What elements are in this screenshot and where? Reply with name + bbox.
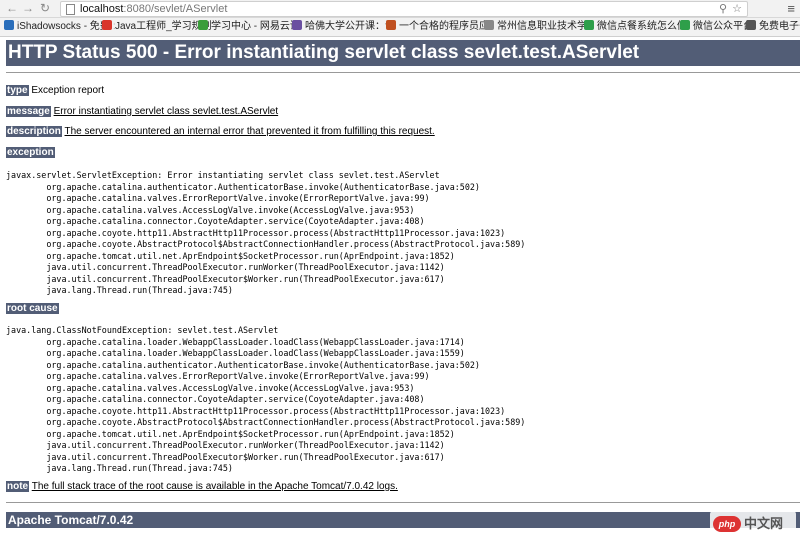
page-icon — [66, 4, 75, 15]
error-page: HTTP Status 500 - Error instantiating se… — [0, 37, 800, 539]
address-bar[interactable]: localhost:8080/sevlet/AServlet ⚲ ☆ — [60, 1, 748, 17]
description-row: description The server encountered an in… — [6, 126, 435, 138]
divider — [6, 502, 800, 503]
divider — [6, 72, 800, 73]
forward-arrow-icon[interactable]: → — [22, 1, 34, 16]
bookmark-item[interactable]: 微信点餐系统怎么做 — [584, 20, 687, 34]
bookmarks-bar: iShadowsocks - 免费: Java工程师_学习规划 学习中心 - 网… — [0, 18, 800, 37]
watermark-text: 中文网 — [744, 516, 784, 531]
bookmark-item[interactable]: 哈佛大学公开课：计 — [292, 20, 395, 34]
server-footer: Apache Tomcat/7.0.42 — [6, 512, 800, 528]
bookmark-icon — [484, 20, 494, 30]
type-value: Exception report — [31, 85, 105, 96]
bookmark-icon — [198, 20, 208, 30]
php-logo-icon: php — [713, 516, 741, 532]
bookmark-icon — [102, 20, 112, 30]
bookmark-item[interactable]: 学习中心 - 网易云课 — [198, 20, 300, 34]
bookmark-item[interactable]: iShadowsocks - 免费: — [4, 20, 116, 34]
bookmark-icon — [680, 20, 690, 30]
bookmark-icon — [746, 20, 756, 30]
description-value: The server encountered an internal error… — [64, 126, 435, 137]
bookmark-icon — [4, 20, 14, 30]
exception-stack-trace: javax.servlet.ServletException: Error in… — [6, 170, 526, 295]
url-text[interactable]: localhost:8080/sevlet/AServlet — [80, 2, 227, 16]
exception-row: exception — [6, 147, 55, 159]
bookmark-item[interactable]: 免费电子书下载 — [746, 20, 800, 34]
bookmark-star-icon[interactable]: ☆ — [732, 2, 742, 16]
exception-label: exception — [6, 147, 55, 158]
description-label: description — [6, 126, 62, 137]
bookmark-icon — [584, 20, 594, 30]
bookmark-item[interactable]: 常州信息职业技术学 — [484, 20, 587, 34]
menu-icon[interactable]: ≡ — [787, 1, 795, 16]
bookmark-item[interactable]: 一个合格的程序员应 — [386, 20, 489, 34]
bookmark-item[interactable]: 微信公众平台 — [680, 20, 753, 34]
zoom-icon[interactable]: ⚲ — [719, 2, 727, 16]
type-label: type — [6, 85, 29, 96]
bookmark-icon — [386, 20, 396, 30]
page-title: HTTP Status 500 - Error instantiating se… — [6, 40, 800, 66]
browser-toolbar: ← → ↻ localhost:8080/sevlet/AServlet ⚲ ☆… — [0, 0, 800, 18]
note-value: The full stack trace of the root cause i… — [31, 481, 398, 492]
bookmark-item[interactable]: Java工程师_学习规划 — [102, 20, 212, 34]
root-cause-stack-trace: java.lang.ClassNotFoundException: sevlet… — [6, 325, 526, 473]
back-arrow-icon[interactable]: ← — [6, 1, 18, 16]
root-cause-label: root cause — [6, 303, 59, 314]
message-label: message — [6, 106, 51, 117]
message-value: Error instantiating servlet class sevlet… — [53, 106, 279, 117]
root-cause-row: root cause — [6, 303, 59, 315]
reload-icon[interactable]: ↻ — [40, 1, 50, 16]
bookmark-icon — [292, 20, 302, 30]
message-row: message Error instantiating servlet clas… — [6, 106, 278, 118]
type-row: type Exception report — [6, 85, 104, 97]
site-watermark: php 中文网 — [710, 511, 796, 537]
note-label: note — [6, 481, 30, 492]
note-row: note The full stack trace of the root ca… — [6, 481, 398, 493]
